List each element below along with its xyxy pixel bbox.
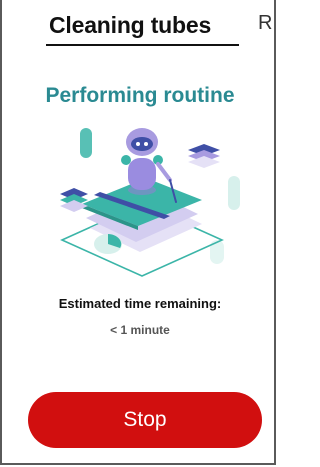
status-heading: Performing routine: [45, 84, 235, 107]
tile-stack-right-bot: [188, 156, 220, 168]
stop-button[interactable]: Stop: [28, 392, 262, 448]
robot-shoulder-left: [121, 155, 131, 165]
robot-eye-left: [136, 142, 140, 146]
app-frame: Cleaning tubes R Performing routine Esti…: [0, 0, 276, 465]
robot-visor: [131, 137, 153, 151]
robot-body: [128, 158, 156, 190]
time-remaining-label: Estimated time remaining:: [58, 296, 222, 311]
header: Cleaning tubes R: [2, 0, 278, 56]
offscreen-label-fragment: R: [258, 12, 273, 34]
robot-eye-right: [144, 142, 148, 146]
robot-cleaning-illustration: [60, 128, 240, 277]
time-remaining-value: < 1 minute: [110, 323, 170, 337]
faint-pill-right: [228, 176, 240, 210]
page-title: Cleaning tubes: [49, 12, 212, 38]
teal-pill-left: [80, 128, 92, 158]
robot-arm: [156, 162, 172, 182]
title-underline: [46, 44, 239, 46]
tile-stack-left-bot: [60, 200, 88, 212]
